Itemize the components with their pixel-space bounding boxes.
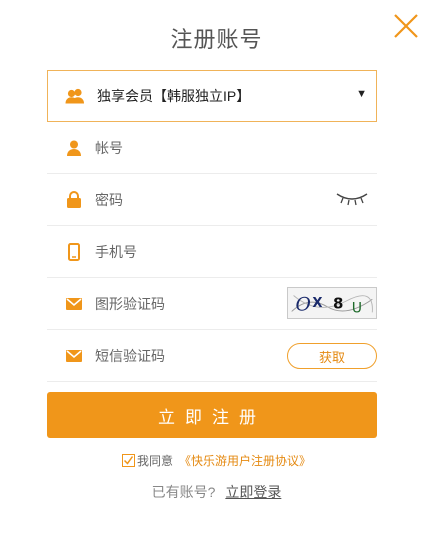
account-input[interactable] bbox=[95, 139, 275, 156]
svg-text:U: U bbox=[352, 300, 362, 316]
sms-code-input[interactable] bbox=[95, 347, 275, 364]
page-title: 注册账号 bbox=[170, 27, 263, 52]
svg-text:O: O bbox=[295, 295, 310, 316]
agree-text: 我同意 bbox=[136, 454, 173, 468]
agreement-row: 我同意 《快乐游用户注册协议》 bbox=[0, 452, 433, 469]
close-icon[interactable] bbox=[393, 13, 419, 39]
image-code-input[interactable] bbox=[95, 295, 275, 312]
login-prompt: 已有账号? bbox=[151, 484, 216, 500]
member-type-value: 独享会员【韩服独立IP】 bbox=[97, 88, 251, 104]
password-row bbox=[47, 174, 377, 226]
phone-icon bbox=[65, 242, 83, 261]
dropdown-arrow-icon: ▼ bbox=[356, 88, 367, 100]
register-button[interactable]: 立即注册 bbox=[47, 392, 377, 438]
get-sms-code-button[interactable]: 获取 bbox=[287, 343, 377, 369]
mail-icon bbox=[65, 295, 83, 313]
login-link[interactable]: 立即登录 bbox=[225, 484, 281, 500]
phone-input[interactable] bbox=[95, 243, 275, 260]
agreement-link[interactable]: 《快乐游用户注册协议》 bbox=[179, 452, 311, 469]
users-icon bbox=[65, 88, 84, 104]
user-icon bbox=[65, 139, 83, 157]
svg-text:X: X bbox=[312, 296, 322, 311]
lock-icon bbox=[65, 191, 83, 209]
image-code-row: O X 8 U bbox=[47, 278, 377, 330]
account-row bbox=[47, 122, 377, 174]
member-type-select[interactable]: 独享会员【韩服独立IP】 ▼ bbox=[47, 70, 377, 122]
captcha-image[interactable]: O X 8 U bbox=[287, 287, 377, 319]
mail-icon bbox=[65, 347, 83, 365]
password-input[interactable] bbox=[95, 191, 275, 208]
phone-row bbox=[47, 226, 377, 278]
check-icon bbox=[123, 456, 134, 465]
svg-text:8: 8 bbox=[333, 295, 343, 313]
login-row: 已有账号? 立即登录 bbox=[0, 482, 433, 502]
eye-closed-icon[interactable] bbox=[335, 190, 369, 208]
sms-code-row: 获取 bbox=[47, 330, 377, 382]
agree-checkbox[interactable] bbox=[121, 454, 135, 467]
